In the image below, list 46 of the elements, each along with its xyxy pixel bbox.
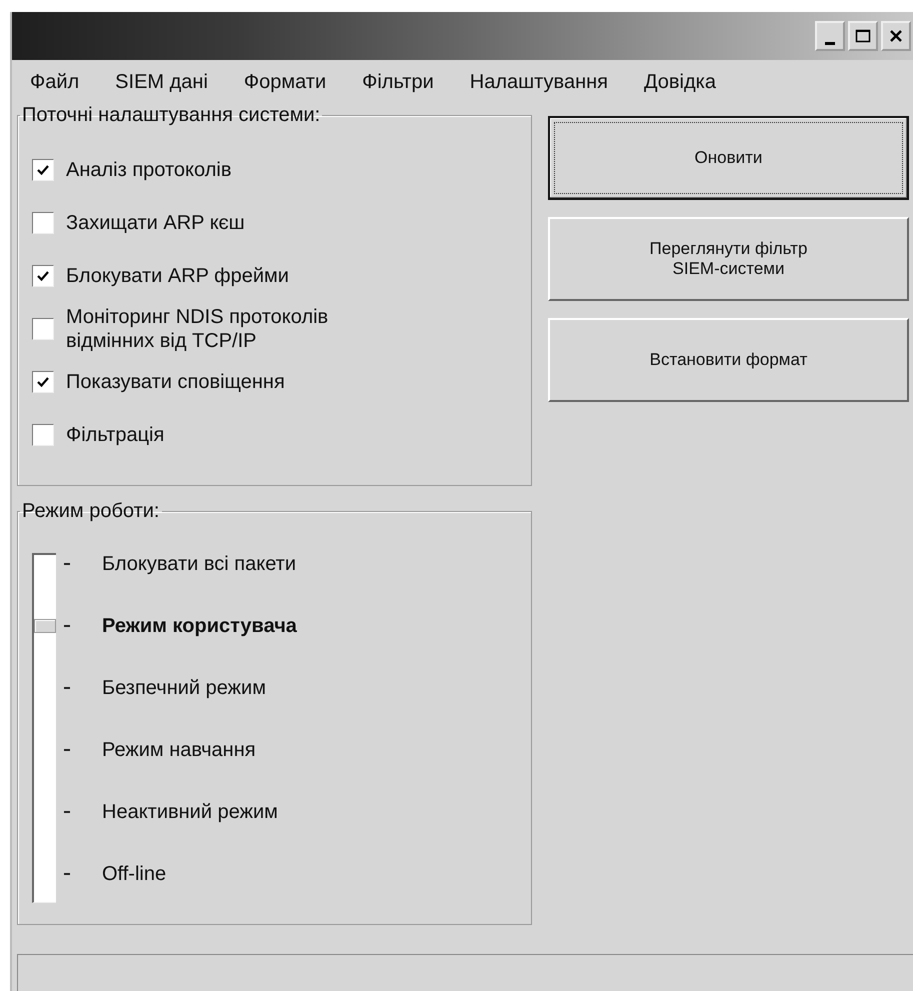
- checkbox[interactable]: [32, 424, 54, 446]
- action-button[interactable]: Встановити формат: [548, 318, 909, 402]
- checkbox-label[interactable]: Захищати ARP кєш: [66, 210, 245, 234]
- checkbox[interactable]: [32, 370, 54, 392]
- minimize-button[interactable]: [815, 21, 845, 51]
- tick-mark: [64, 873, 70, 875]
- mode-label[interactable]: Режим навчання: [102, 739, 256, 762]
- checkbox[interactable]: [32, 264, 54, 286]
- slider-track[interactable]: [32, 553, 56, 903]
- slider-thumb[interactable]: [34, 619, 56, 633]
- mode-label[interactable]: Неактивний режим: [102, 801, 278, 824]
- checkbox[interactable]: [32, 212, 54, 234]
- menu-item[interactable]: Формати: [244, 70, 326, 94]
- mode-label[interactable]: Безпечний режим: [102, 677, 266, 700]
- mode-label[interactable]: Режим користувача: [102, 615, 297, 638]
- checkmark-icon: [36, 268, 50, 282]
- close-icon: [889, 29, 903, 43]
- menu-item[interactable]: Налаштування: [470, 70, 608, 94]
- tick-mark: [64, 749, 70, 751]
- checkmark-icon: [36, 162, 50, 176]
- checkbox-label[interactable]: Показувати сповіщення: [66, 370, 285, 394]
- minimize-icon: [825, 42, 835, 44]
- group-title: Поточні налаштування системи:: [21, 104, 322, 127]
- action-button[interactable]: Переглянути фільтр SIEM-системи: [548, 217, 909, 301]
- group-title: Режим роботи:: [21, 500, 160, 523]
- maximize-button[interactable]: [848, 21, 878, 51]
- menu-item[interactable]: Довідка: [644, 70, 716, 94]
- checkbox-label[interactable]: Аналіз протоколів: [66, 158, 232, 182]
- maximize-icon: [855, 29, 871, 43]
- action-button[interactable]: Оновити: [548, 116, 909, 200]
- checkbox-label[interactable]: Блокувати ARP фрейми: [66, 264, 289, 288]
- checkbox-label[interactable]: Моніторинг NDIS протоколів відмінних від TCP/IP: [66, 304, 411, 352]
- menu-item[interactable]: SIEM дані: [115, 70, 208, 94]
- checkbox-label[interactable]: Фільтрація: [66, 422, 164, 446]
- checkbox[interactable]: [32, 318, 54, 340]
- close-button[interactable]: [881, 21, 911, 51]
- menu-item[interactable]: Фільтри: [362, 70, 434, 94]
- checkmark-icon: [36, 374, 50, 388]
- tick-mark: [64, 811, 70, 813]
- mode-label[interactable]: Off-line: [102, 863, 166, 886]
- checkbox[interactable]: [32, 158, 54, 180]
- tick-mark: [64, 563, 70, 565]
- tick-mark: [64, 625, 70, 627]
- tick-mark: [64, 687, 70, 689]
- menu-item[interactable]: Файл: [30, 70, 80, 94]
- mode-label[interactable]: Блокувати всі пакети: [102, 553, 296, 576]
